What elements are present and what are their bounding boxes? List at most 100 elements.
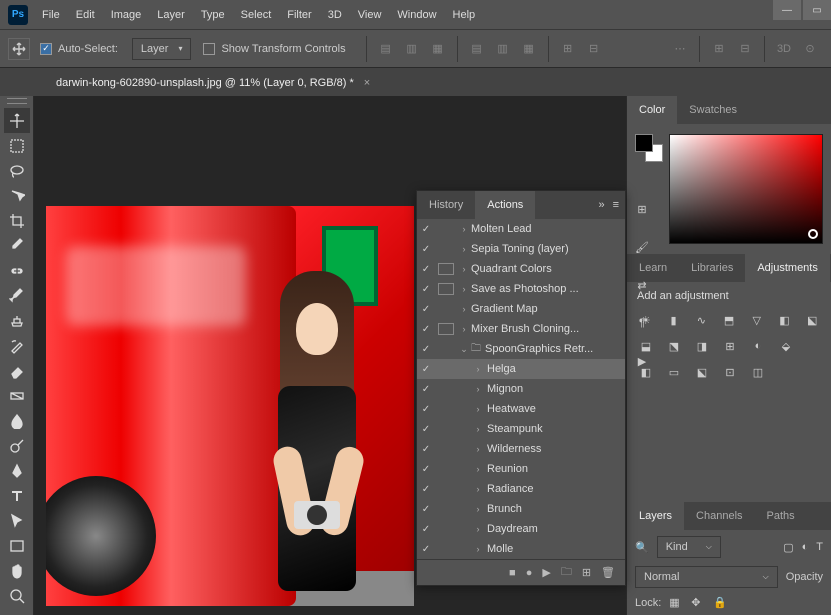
align-bottom-icon[interactable]: ▦ xyxy=(518,38,540,60)
toggle-icon[interactable]: ✓ xyxy=(417,424,435,435)
vibrance-icon[interactable]: ▽ xyxy=(748,312,766,328)
align-left-icon[interactable]: ▤ xyxy=(375,38,397,60)
tab-layers[interactable]: Layers xyxy=(627,502,684,530)
active-tool-indicator[interactable] xyxy=(8,38,30,60)
pen-tool[interactable] xyxy=(4,458,30,483)
3d-orbit-icon[interactable]: ⊙ xyxy=(799,38,821,60)
history-brush-tool[interactable] xyxy=(4,333,30,358)
tab-libraries[interactable]: Libraries xyxy=(679,254,745,282)
menu-help[interactable]: Help xyxy=(453,9,476,21)
action-item[interactable]: ✓›Daydream xyxy=(417,519,625,539)
play-icon[interactable]: ▶ xyxy=(542,566,550,579)
action-item[interactable]: ✓›Quadrant Colors xyxy=(417,259,625,279)
panel-icon[interactable]: ⊞ xyxy=(631,198,653,220)
gradient-map-icon[interactable]: ▭ xyxy=(665,364,683,380)
exposure-icon[interactable]: ⬒ xyxy=(720,312,738,328)
toggle-icon[interactable]: ✓ xyxy=(417,384,435,395)
blur-tool[interactable] xyxy=(4,408,30,433)
align-right-icon[interactable]: ▦ xyxy=(427,38,449,60)
tab-adjustments[interactable]: Adjustments xyxy=(745,254,830,282)
toggle-icon[interactable]: ✓ xyxy=(417,284,435,295)
auto-select-target-dropdown[interactable]: Layer ▾ xyxy=(132,38,192,60)
panel-menu-icon[interactable]: ≡ xyxy=(613,199,619,211)
align-center-h-icon[interactable]: ▥ xyxy=(401,38,423,60)
auto-select-checkbox[interactable]: ✓ xyxy=(40,43,52,55)
tab-paths[interactable]: Paths xyxy=(755,502,807,530)
overflow-icon[interactable]: ⋯ xyxy=(669,38,691,60)
clone-stamp-tool[interactable] xyxy=(4,308,30,333)
document-tab[interactable]: darwin-kong-602890-unsplash.jpg @ 11% (L… xyxy=(44,70,382,96)
move-tool[interactable] xyxy=(4,108,30,133)
action-item[interactable]: ✓›Save as Photoshop ... xyxy=(417,279,625,299)
selective-color-icon[interactable]: ⬕ xyxy=(693,364,711,380)
dodge-tool[interactable] xyxy=(4,433,30,458)
healing-tool[interactable] xyxy=(4,258,30,283)
maximize-button[interactable]: ▭ xyxy=(803,0,831,20)
action-item[interactable]: ✓›Gradient Map xyxy=(417,299,625,319)
adjustments-panel-icon[interactable]: ⇄ xyxy=(631,274,653,296)
menu-window[interactable]: Window xyxy=(397,9,436,21)
record-icon[interactable]: ● xyxy=(526,567,533,579)
toggle-icon[interactable]: ✓ xyxy=(417,484,435,495)
tab-channels[interactable]: Channels xyxy=(684,502,754,530)
dialog-toggle[interactable] xyxy=(438,263,454,275)
menu-image[interactable]: Image xyxy=(111,9,142,21)
eyedropper-tool[interactable] xyxy=(4,233,30,258)
levels-icon[interactable]: ▮ xyxy=(665,312,683,328)
adj-icon[interactable]: ⊡ xyxy=(721,364,739,380)
toggle-icon[interactable]: ✓ xyxy=(417,444,435,455)
menu-filter[interactable]: Filter xyxy=(287,9,311,21)
distribute-h-icon[interactable]: ⊞ xyxy=(557,38,579,60)
action-item[interactable]: ✓›Reunion xyxy=(417,459,625,479)
toggle-icon[interactable]: ✓ xyxy=(417,244,435,255)
tab-swatches[interactable]: Swatches xyxy=(677,96,749,124)
expand-icon[interactable]: » xyxy=(598,199,604,211)
toggle-icon[interactable]: ✓ xyxy=(417,364,435,375)
curves-icon[interactable]: ∿ xyxy=(692,312,710,328)
filter-type-icon[interactable]: T xyxy=(816,541,823,554)
filter-pixel-icon[interactable]: ▢ xyxy=(783,541,793,554)
distribute-v-icon[interactable]: ⊟ xyxy=(583,38,605,60)
channel-mixer-icon[interactable]: ◨ xyxy=(693,338,711,354)
blend-mode-dropdown[interactable]: Normal ⌵ xyxy=(635,566,778,588)
toggle-icon[interactable]: ✓ xyxy=(417,224,435,235)
rectangle-tool[interactable] xyxy=(4,533,30,558)
hue-sat-icon[interactable]: ◧ xyxy=(776,312,794,328)
dialog-toggle[interactable] xyxy=(438,323,454,335)
brush-tool[interactable] xyxy=(4,283,30,308)
menu-file[interactable]: File xyxy=(42,9,60,21)
color-balance-icon[interactable]: ⬕ xyxy=(803,312,821,328)
marquee-tool[interactable] xyxy=(4,133,30,158)
action-item[interactable]: ✓›Heatwave xyxy=(417,399,625,419)
foreground-background-swatch[interactable] xyxy=(635,134,663,162)
adj-icon[interactable]: ◫ xyxy=(749,364,767,380)
show-transform-checkbox[interactable] xyxy=(203,43,215,55)
lasso-tool[interactable] xyxy=(4,158,30,183)
tab-color[interactable]: Color xyxy=(627,96,677,124)
toggle-icon[interactable]: ✓ xyxy=(417,464,435,475)
dialog-toggle[interactable] xyxy=(438,283,454,295)
action-item[interactable]: ✓›Molle xyxy=(417,539,625,559)
action-item[interactable]: ✓›Mixer Brush Cloning... xyxy=(417,319,625,339)
align-top-icon[interactable]: ▤ xyxy=(466,38,488,60)
menu-view[interactable]: View xyxy=(358,9,382,21)
toggle-icon[interactable]: ✓ xyxy=(417,524,435,535)
dialog-toggle[interactable] xyxy=(438,303,454,315)
toggle-icon[interactable]: ✓ xyxy=(417,264,435,275)
action-item[interactable]: ✓›Wilderness xyxy=(417,439,625,459)
action-item[interactable]: ✓›Mignon xyxy=(417,379,625,399)
action-item[interactable]: ✓›Steampunk xyxy=(417,419,625,439)
new-action-icon[interactable]: ⊞ xyxy=(582,566,591,579)
gradient-tool[interactable] xyxy=(4,383,30,408)
menu-edit[interactable]: Edit xyxy=(76,9,95,21)
action-item[interactable]: ✓›Helga xyxy=(417,359,625,379)
lock-pixels-icon[interactable]: ▦ xyxy=(669,596,683,609)
hand-tool[interactable] xyxy=(4,558,30,583)
toggle-icon[interactable]: ✓ xyxy=(417,544,435,555)
path-select-tool[interactable] xyxy=(4,508,30,533)
invert-icon[interactable]: ◐ xyxy=(749,338,767,354)
brush-panel-icon[interactable]: 🖌 xyxy=(631,236,653,258)
close-tab-icon[interactable]: × xyxy=(364,77,370,89)
color-lookup-icon[interactable]: ⊞ xyxy=(721,338,739,354)
delete-icon[interactable]: 🗑 xyxy=(601,566,615,579)
